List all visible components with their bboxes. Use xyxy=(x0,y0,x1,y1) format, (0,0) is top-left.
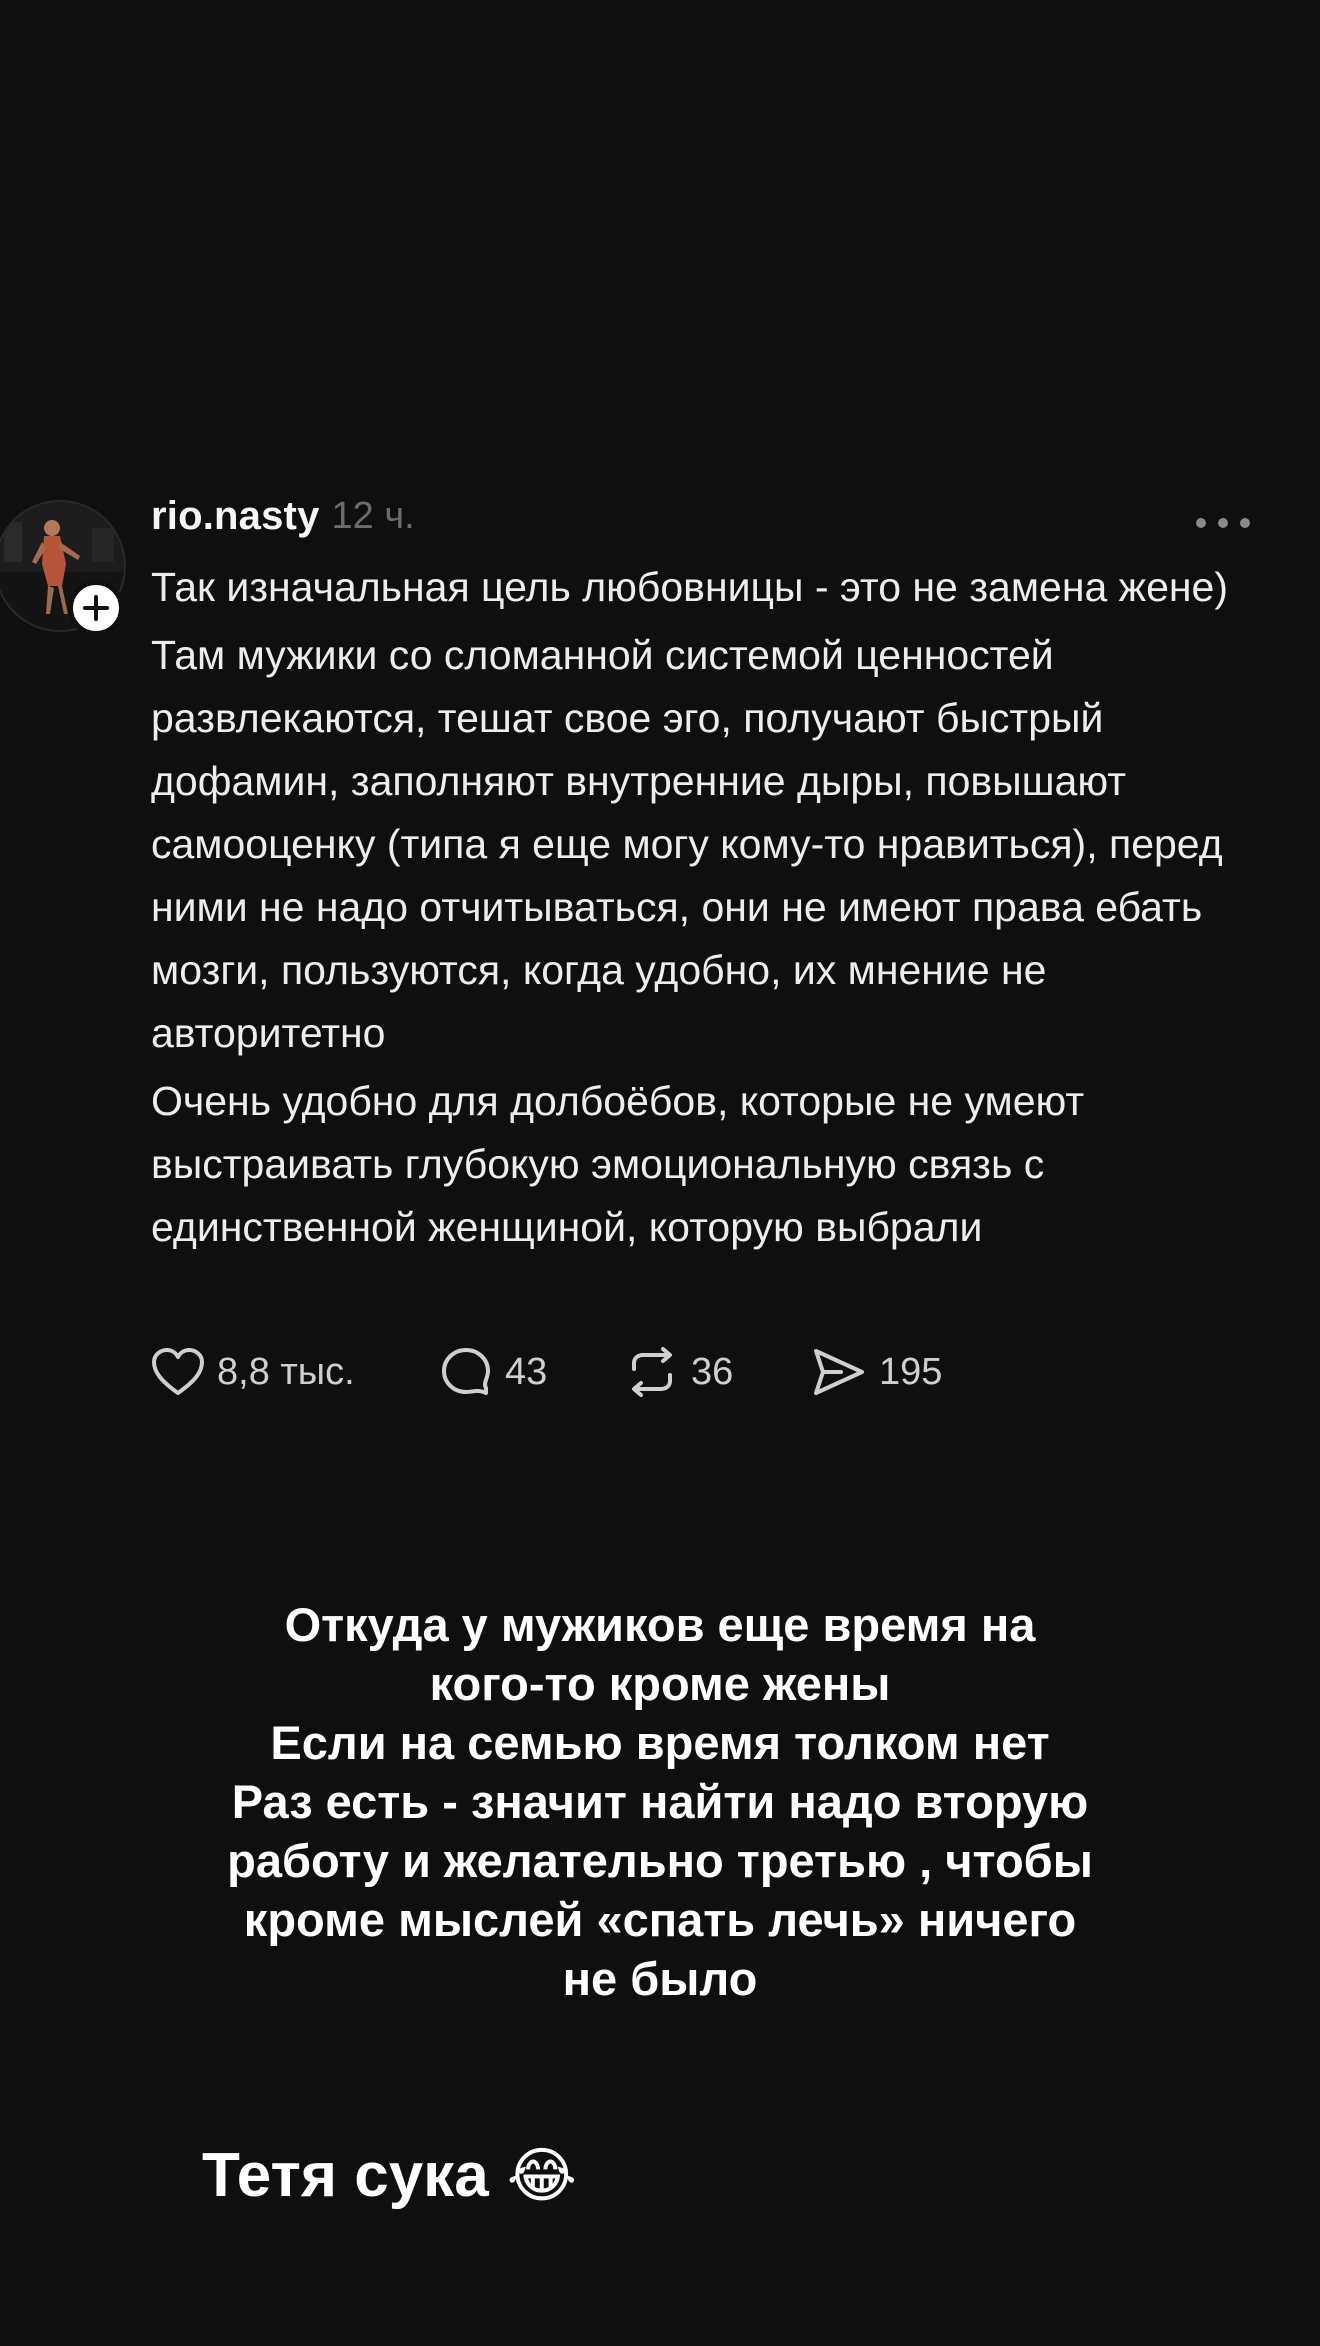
laughing-emoji-icon: 😂 xyxy=(506,2141,577,2209)
reply-count: 43 xyxy=(505,1350,548,1393)
username-link[interactable]: rio.nasty xyxy=(151,494,320,539)
caption-line: не было xyxy=(562,1952,758,2005)
repost-count: 36 xyxy=(691,1350,734,1393)
avatar-container[interactable] xyxy=(0,500,126,636)
post-paragraph: Очень удобно для долбоёбов, которые не у… xyxy=(151,1078,1085,1250)
share-button[interactable]: 195 xyxy=(811,1345,942,1399)
caption-line: Если на семью время толком нет xyxy=(270,1716,1050,1769)
follow-button[interactable] xyxy=(68,580,124,636)
more-dots-icon xyxy=(1196,518,1206,528)
story-caption: Откуда у мужиков еще время на кого-то кр… xyxy=(160,1595,1160,2008)
post-actions: 8,8 тыс. 43 36 195 xyxy=(151,1342,942,1402)
repost-button[interactable]: 36 xyxy=(625,1345,811,1399)
plus-icon xyxy=(83,595,109,621)
caption-line: кого-то кроме жены xyxy=(429,1657,891,1710)
heart-icon xyxy=(152,1348,204,1395)
like-count: 8,8 тыс. xyxy=(217,1350,355,1393)
send-icon xyxy=(814,1349,864,1395)
post-paragraph: Там мужики со сломанной системой ценност… xyxy=(151,632,1223,1056)
story-reaction-text: Тетя сука 😂 xyxy=(202,2140,577,2211)
more-dots-icon xyxy=(1240,518,1250,528)
like-button[interactable]: 8,8 тыс. xyxy=(151,1347,439,1397)
caption-line: Откуда у мужиков еще время на xyxy=(284,1598,1036,1651)
more-options-button[interactable] xyxy=(1196,516,1250,530)
caption-line: работу и желательно третью , чтобы xyxy=(227,1834,1093,1887)
reply-button[interactable]: 43 xyxy=(439,1345,625,1399)
post-timestamp: 12 ч. xyxy=(331,494,415,537)
comment-bubble-icon xyxy=(442,1348,490,1395)
caption-line: кроме мыслей «спать лечь» ничего xyxy=(243,1893,1077,1946)
caption-line: Раз есть - значит найти надо вторую xyxy=(231,1775,1089,1828)
repost-icon xyxy=(632,1347,672,1397)
post-header: rio.nasty 12 ч. xyxy=(151,490,1251,542)
share-count: 195 xyxy=(879,1350,943,1393)
reaction-label: Тетя сука xyxy=(202,2141,489,2210)
post-text: Так изначальная цель любовницы - это не … xyxy=(151,556,1271,1264)
more-dots-icon xyxy=(1218,518,1228,528)
post-paragraph: Так изначальная цель любовницы - это не … xyxy=(151,564,1228,610)
